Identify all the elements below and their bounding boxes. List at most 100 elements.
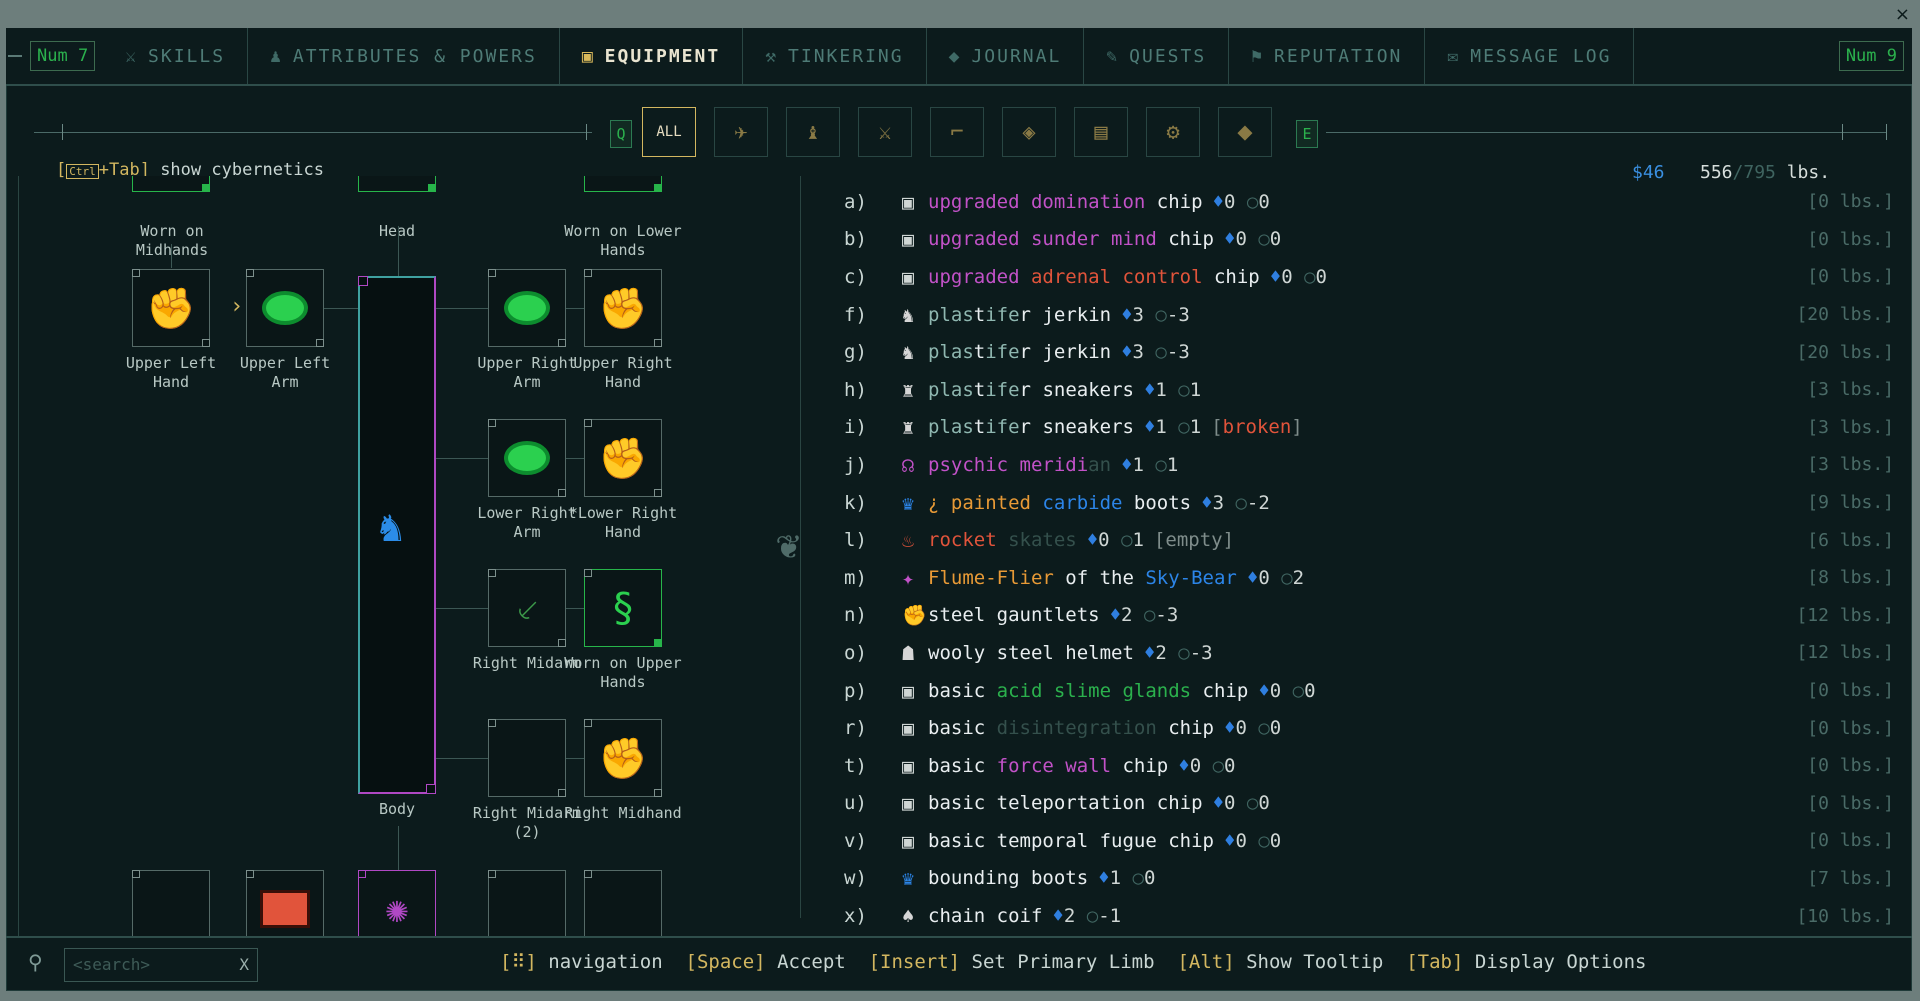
slot-right-midarm[interactable]: ⸔: [488, 569, 566, 647]
tab-attributes-powers[interactable]: ♟ ATTRIBUTES & POWERS: [248, 28, 560, 84]
inventory-item[interactable]: i) ♜ plastifer sneakers ♦1 ○1 [broken] [3 lbs…: [844, 409, 1894, 447]
slot-lower-right-hand[interactable]: ✊: [584, 419, 662, 497]
hint-label: Display Options: [1463, 951, 1647, 973]
filter-creature-button[interactable]: ♝: [786, 107, 840, 157]
filter-sword-button[interactable]: ⚔: [858, 107, 912, 157]
filter-rule-right: [1326, 132, 1886, 133]
prev-filter-key[interactable]: Q: [610, 120, 632, 148]
dodge-icon: ○: [1109, 529, 1133, 552]
filter-ammo-button[interactable]: ⬥: [1218, 107, 1272, 157]
item-stats: ♦3 ○-2: [1201, 492, 1270, 514]
gamepad-dpad-icon: ⠿: [511, 951, 526, 973]
slot-upper-left-arm[interactable]: [246, 269, 324, 347]
tab-skills[interactable]: ⚔ SKILLS: [103, 28, 249, 84]
armor-icon: ♦: [1143, 416, 1156, 439]
slot-upper-left-hand[interactable]: ✊: [132, 269, 210, 347]
tab-quests[interactable]: ✎ QUESTS: [1084, 28, 1230, 84]
inventory-item[interactable]: k) ♛ ¿ painted carbide boots ♦3 ○-2 [9 lbs.]: [844, 484, 1894, 522]
close-icon[interactable]: ×: [1895, 4, 1910, 25]
dodge-icon: ○: [1235, 792, 1259, 815]
inventory-item[interactable]: u) ▣ basic teleportation chip ♦0 ○0 [0 lbs.]: [844, 785, 1894, 823]
inventory-item[interactable]: a) ▣ upgraded domination chip ♦0 ○0 [0 lbs.]: [844, 183, 1894, 221]
slot-empty[interactable]: [132, 870, 210, 936]
item-name-part: jerkin: [1031, 303, 1112, 326]
inventory-item[interactable]: g) ♞ plastifer jerkin ♦3 ○-3 [20 lbs.]: [844, 333, 1894, 371]
inventory-item[interactable]: x) ♠ chain coif ♦2 ○-1 [10 lbs.]: [844, 897, 1894, 935]
item-hotkey: a): [844, 190, 867, 213]
slot-lower-right-arm[interactable]: [488, 419, 566, 497]
rule-tick: [1842, 124, 1843, 140]
dodge-icon: ○: [1246, 717, 1270, 740]
slot-thrown[interactable]: [246, 870, 324, 936]
slot-worn-on-lower-hands[interactable]: [584, 176, 662, 192]
tab-equipment[interactable]: ▣ EQUIPMENT: [560, 28, 744, 84]
item-name-part: an: [1088, 453, 1112, 476]
item-name: Flume-Flier of the Sky-Bear: [928, 567, 1237, 589]
next-filter-key[interactable]: E: [1296, 120, 1318, 148]
tab-message-log[interactable]: ✉ MESSAGE LOG: [1425, 28, 1635, 84]
inventory-item[interactable]: p) ▣ basic acid slime glands chip ♦0 ○0 [0 l…: [844, 672, 1894, 710]
dodge-value: 0: [1258, 190, 1270, 213]
clear-search-button[interactable]: X: [239, 955, 249, 974]
pistol-icon: ⌐: [950, 119, 964, 145]
figure-icon: ♟: [270, 45, 283, 67]
dodge-icon: ○: [1121, 867, 1144, 890]
inventory-item[interactable]: v) ▣ basic temporal fugue chip ♦0 ○0 [0 lbs.…: [844, 822, 1894, 860]
slot-right-midhand[interactable]: ✊: [584, 719, 662, 797]
item-name-part: skates: [996, 529, 1077, 552]
inventory-item[interactable]: r) ▣ basic disintegration chip ♦0 ○0 [0 lbs.…: [844, 709, 1894, 747]
inventory-item[interactable]: o) ☗ wooly steel helmet ♦2 ○-3 [12 lbs.]: [844, 634, 1894, 672]
slot-label: Head: [378, 222, 416, 240]
inventory-item[interactable]: n) ✊ steel gauntlets ♦2 ○-3 [12 lbs.]: [844, 597, 1894, 635]
slot-label: Body: [378, 800, 416, 818]
inventory-item[interactable]: b) ▣ upgraded sunder mind chip ♦0 ○0 [0 lbs.…: [844, 221, 1894, 259]
next-tab-key[interactable]: Num 9: [1838, 41, 1904, 71]
slot-worn-on-upper-hands[interactable]: §: [584, 569, 662, 647]
item-weight: [0 lbs.]: [1807, 191, 1894, 213]
search-input[interactable]: <search> X: [64, 948, 258, 982]
slot-worn-on-midhands[interactable]: [132, 176, 210, 192]
item-name-part: jerkin: [1031, 341, 1112, 364]
inventory-item[interactable]: j) ☊ psychic meridian ♦1 ○1 [3 lbs.]: [844, 446, 1894, 484]
filter-scroll-button[interactable]: ▤: [1074, 107, 1128, 157]
armor-value: 1: [1109, 867, 1122, 890]
inventory-item[interactable]: h) ♜ plastifer sneakers ♦1 ○1 [3 lbs.]: [844, 371, 1894, 409]
tab-bar: Num 7 ⚔ SKILLS ♟ ATTRIBUTES & POWERS ▣ EQUIPM…: [6, 28, 1912, 86]
slot-empty[interactable]: [584, 870, 662, 936]
gauntlet-icon: ✊: [598, 285, 648, 332]
inventory-item[interactable]: w) ♛ bounding boots ♦1 ○0 [7 lbs.]: [844, 860, 1894, 898]
item-name-part: chip: [1202, 265, 1260, 288]
slot-upper-right-arm[interactable]: [488, 269, 566, 347]
slot-empty[interactable]: [488, 870, 566, 936]
slot-upper-right-hand[interactable]: ✊: [584, 269, 662, 347]
tab-journal[interactable]: ◆ JOURNAL: [927, 28, 1085, 84]
filter-pistol-button[interactable]: ⌐: [930, 107, 984, 157]
slot-body[interactable]: ♞: [358, 276, 436, 794]
tab-tinkering[interactable]: ⚒ TINKERING: [743, 28, 927, 84]
item-name-part: t: [973, 341, 986, 364]
filter-duck-button[interactable]: ✈: [714, 107, 768, 157]
filter-grenade-button[interactable]: ◈: [1002, 107, 1056, 157]
item-hotkey: b): [844, 228, 867, 251]
slot-right-midarm-2[interactable]: [488, 719, 566, 797]
filter-tool-button[interactable]: ⚙: [1146, 107, 1200, 157]
slot-label: *Lower Right Hand: [568, 504, 678, 541]
slot-head[interactable]: [358, 176, 436, 192]
item-name-part: sneakers: [1031, 378, 1134, 401]
item-weight: [0 lbs.]: [1807, 830, 1894, 852]
inventory-item[interactable]: t) ▣ basic force wall chip ♦0 ○0 [0 lbs.]: [844, 747, 1894, 785]
inventory-item[interactable]: f) ♞ plastifer jerkin ♦3 ○-3 [20 lbs.]: [844, 296, 1894, 334]
item-stats: ♦0 ○0: [1213, 191, 1270, 213]
slot-floating[interactable]: ✺: [358, 870, 436, 936]
item-name: basic disintegration chip: [928, 717, 1214, 739]
item-name-part: t: [973, 378, 986, 401]
dodge-value: 2: [1292, 566, 1305, 589]
prev-tab-key[interactable]: Num 7: [30, 41, 96, 71]
armor-icon: ♦: [1224, 717, 1236, 740]
inventory-item[interactable]: l) ♨ rocket skates ♦0 ○1 [empty] [6 lbs.]: [844, 521, 1894, 559]
item-name-part: carbide: [1030, 491, 1123, 514]
inventory-item[interactable]: c) ▣ upgraded adrenal control chip ♦0 ○0 [0 …: [844, 258, 1894, 296]
tab-reputation[interactable]: ⚑ REPUTATION: [1229, 28, 1426, 84]
filter-all-button[interactable]: ALL: [642, 107, 696, 157]
inventory-item[interactable]: m) ✦ Flume-Flier of the Sky-Bear ♦0 ○2 [8 lb…: [844, 559, 1894, 597]
